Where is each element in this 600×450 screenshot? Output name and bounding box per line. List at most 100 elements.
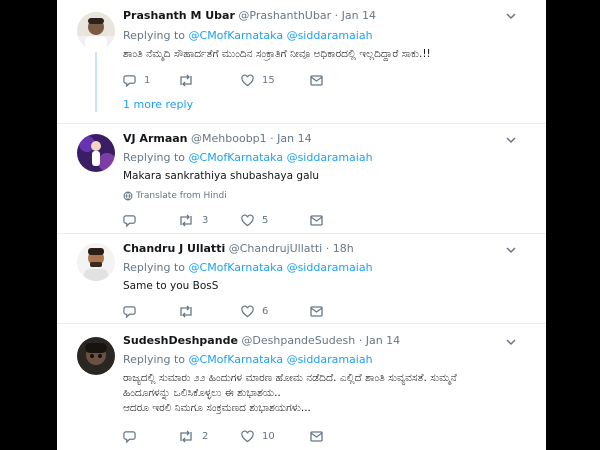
message-button[interactable] [310,303,323,319]
tweet-text: ಶಾಂತಿ ನೆಮ್ಮದಿ ಸೌಹಾರ್ದತೆಗೆ ಮುಂದಿನ ಸಂಕ್ರಾತ… [123,48,431,60]
mention-link[interactable]: @CMofKarnataka [189,29,284,42]
retweet-count: 3 [202,214,209,226]
tweet-text-line: ಆದರೂ ಇರಲಿ ನಿಮಗೂ ಸಂಕ್ರಮಣದ ಶುಭಾಶಯಗಳು... [123,402,311,414]
timestamp[interactable]: Jan 14 [277,132,311,145]
translate-link[interactable]: Translate from Hindi [123,190,227,202]
tweet-3[interactable]: Chandru J Ullatti @ChandrujUllatti · 18h… [57,234,546,324]
message-button[interactable] [310,428,323,444]
like-button[interactable]: 15 [241,72,275,88]
tweet-actions: 6 [123,303,343,319]
replying-to-label: Replying to [123,261,186,274]
like-icon [241,213,254,226]
timestamp[interactable]: Jan 14 [366,334,400,347]
chevron-down-icon[interactable] [506,247,516,254]
reply-icon [123,74,136,87]
user-handle[interactable]: @Mehboobp1 [191,132,267,145]
replying-to: Replying to @CMofKarnataka @siddaramaiah [123,151,373,165]
like-button[interactable]: 6 [241,303,268,319]
tweet-header: Prashanth M Ubar @PrashanthUbar · Jan 14 [123,9,376,23]
like-icon [241,429,254,442]
reply-button[interactable] [123,303,144,319]
separator-dot: · [334,9,339,22]
like-button[interactable]: 5 [241,212,268,228]
separator-dot: · [358,334,363,347]
like-count: 5 [262,214,269,226]
message-icon [310,430,323,442]
retweet-icon [180,430,192,442]
reply-button[interactable]: 1 [123,72,150,88]
replying-to: Replying to @CMofKarnataka @siddaramaiah [123,29,373,43]
replying-to-label: Replying to [123,353,186,366]
mention-link[interactable]: @CMofKarnataka [189,353,284,366]
replying-to: Replying to @CMofKarnataka @siddaramaiah [123,261,373,275]
reply-icon [123,305,136,318]
user-handle[interactable]: @PrashanthUbar [238,9,331,22]
timestamp[interactable]: 18h [333,242,354,255]
replying-to-label: Replying to [123,29,186,42]
message-icon [310,214,323,226]
thread-connector [95,52,97,112]
retweet-button[interactable]: 3 [178,212,208,228]
tweet-header: SudeshDeshpande @DeshpandeSudesh · Jan 1… [123,334,400,348]
like-count: 15 [262,74,275,86]
avatar[interactable] [77,243,115,281]
tweet-text-line: ಹಿಂದೂಗಳನ್ನು ಒಲಿಸಿಕೊಳ್ಳಲು ಈ ಶುಭಾಶಯ.. [123,387,281,399]
tweet-actions: 2 10 [123,428,343,444]
display-name[interactable]: Chandru J Ullatti [123,242,225,255]
mention-link[interactable]: @CMofKarnataka [189,151,284,164]
tweet-2[interactable]: VJ Armaan @Mehboobp1 · Jan 14 Replying t… [57,124,546,234]
tweet-actions: 1 15 [123,72,343,88]
tweet-text: Same to you BosS [123,280,219,292]
user-handle[interactable]: @ChandrujUllatti [229,242,322,255]
reply-button[interactable] [123,428,144,444]
chevron-down-icon[interactable] [506,137,516,144]
retweet-icon [180,305,192,317]
reply-count: 1 [144,74,151,86]
message-button[interactable] [310,212,323,228]
timestamp[interactable]: Jan 14 [342,9,376,22]
like-button[interactable]: 10 [241,428,275,444]
separator-dot: · [270,132,274,145]
translate-label[interactable]: Translate from Hindi [136,191,227,201]
tweet-text-line: ರಾಜ್ಯದಲ್ಲಿ ಸುಮಾರು ೨೨ ಹಿಂದುಗಳ ಮಾರಣ ಹೋಮ ನಡ… [123,372,457,384]
tweet-1[interactable]: Prashanth M Ubar @PrashanthUbar · Jan 14… [57,0,546,124]
like-icon [241,73,254,86]
mention-link[interactable]: @siddaramaiah [287,261,373,274]
like-icon [241,304,254,317]
user-handle[interactable]: @DeshpandeSudesh [241,334,355,347]
replying-to-label: Replying to [123,151,186,164]
chevron-down-icon[interactable] [506,13,516,20]
like-count: 6 [262,305,269,317]
display-name[interactable]: VJ Armaan [123,132,188,145]
retweet-button[interactable] [178,303,202,319]
mention-link[interactable]: @CMofKarnataka [189,261,284,274]
replying-to: Replying to @CMofKarnataka @siddaramaiah [123,353,373,367]
message-icon [310,74,323,86]
avatar[interactable] [77,12,115,50]
tweet-header: Chandru J Ullatti @ChandrujUllatti · 18h [123,242,354,256]
retweet-button[interactable]: 2 [178,428,208,444]
chevron-down-icon[interactable] [506,339,516,346]
mention-link[interactable]: @siddaramaiah [287,353,373,366]
display-name[interactable]: Prashanth M Ubar [123,9,235,22]
tweet-4[interactable]: SudeshDeshpande @DeshpandeSudesh · Jan 1… [57,324,546,450]
retweet-button[interactable] [178,72,202,88]
translate-globe-icon [123,191,133,200]
retweet-icon [180,214,192,226]
mention-link[interactable]: @siddaramaiah [287,151,373,164]
more-replies-link[interactable]: 1 more reply [123,98,193,111]
avatar[interactable] [77,337,115,375]
mention-link[interactable]: @siddaramaiah [287,29,373,42]
tweet-text: Makara sankrathiya shubashaya galu [123,170,320,182]
like-count: 10 [262,430,275,442]
avatar[interactable] [77,134,115,172]
reply-button[interactable] [123,212,144,228]
message-icon [310,305,323,317]
message-button[interactable] [310,72,323,88]
tweet-actions: 3 5 [123,212,343,228]
tweet-text: ರಾಜ್ಯದಲ್ಲಿ ಸುಮಾರು ೨೨ ಹಿಂದುಗಳ ಮಾರಣ ಹೋಮ ನಡ… [123,371,538,416]
display-name[interactable]: SudeshDeshpande [123,334,238,347]
retweet-count: 2 [202,430,209,442]
retweet-icon [180,74,192,86]
reply-icon [123,214,136,227]
